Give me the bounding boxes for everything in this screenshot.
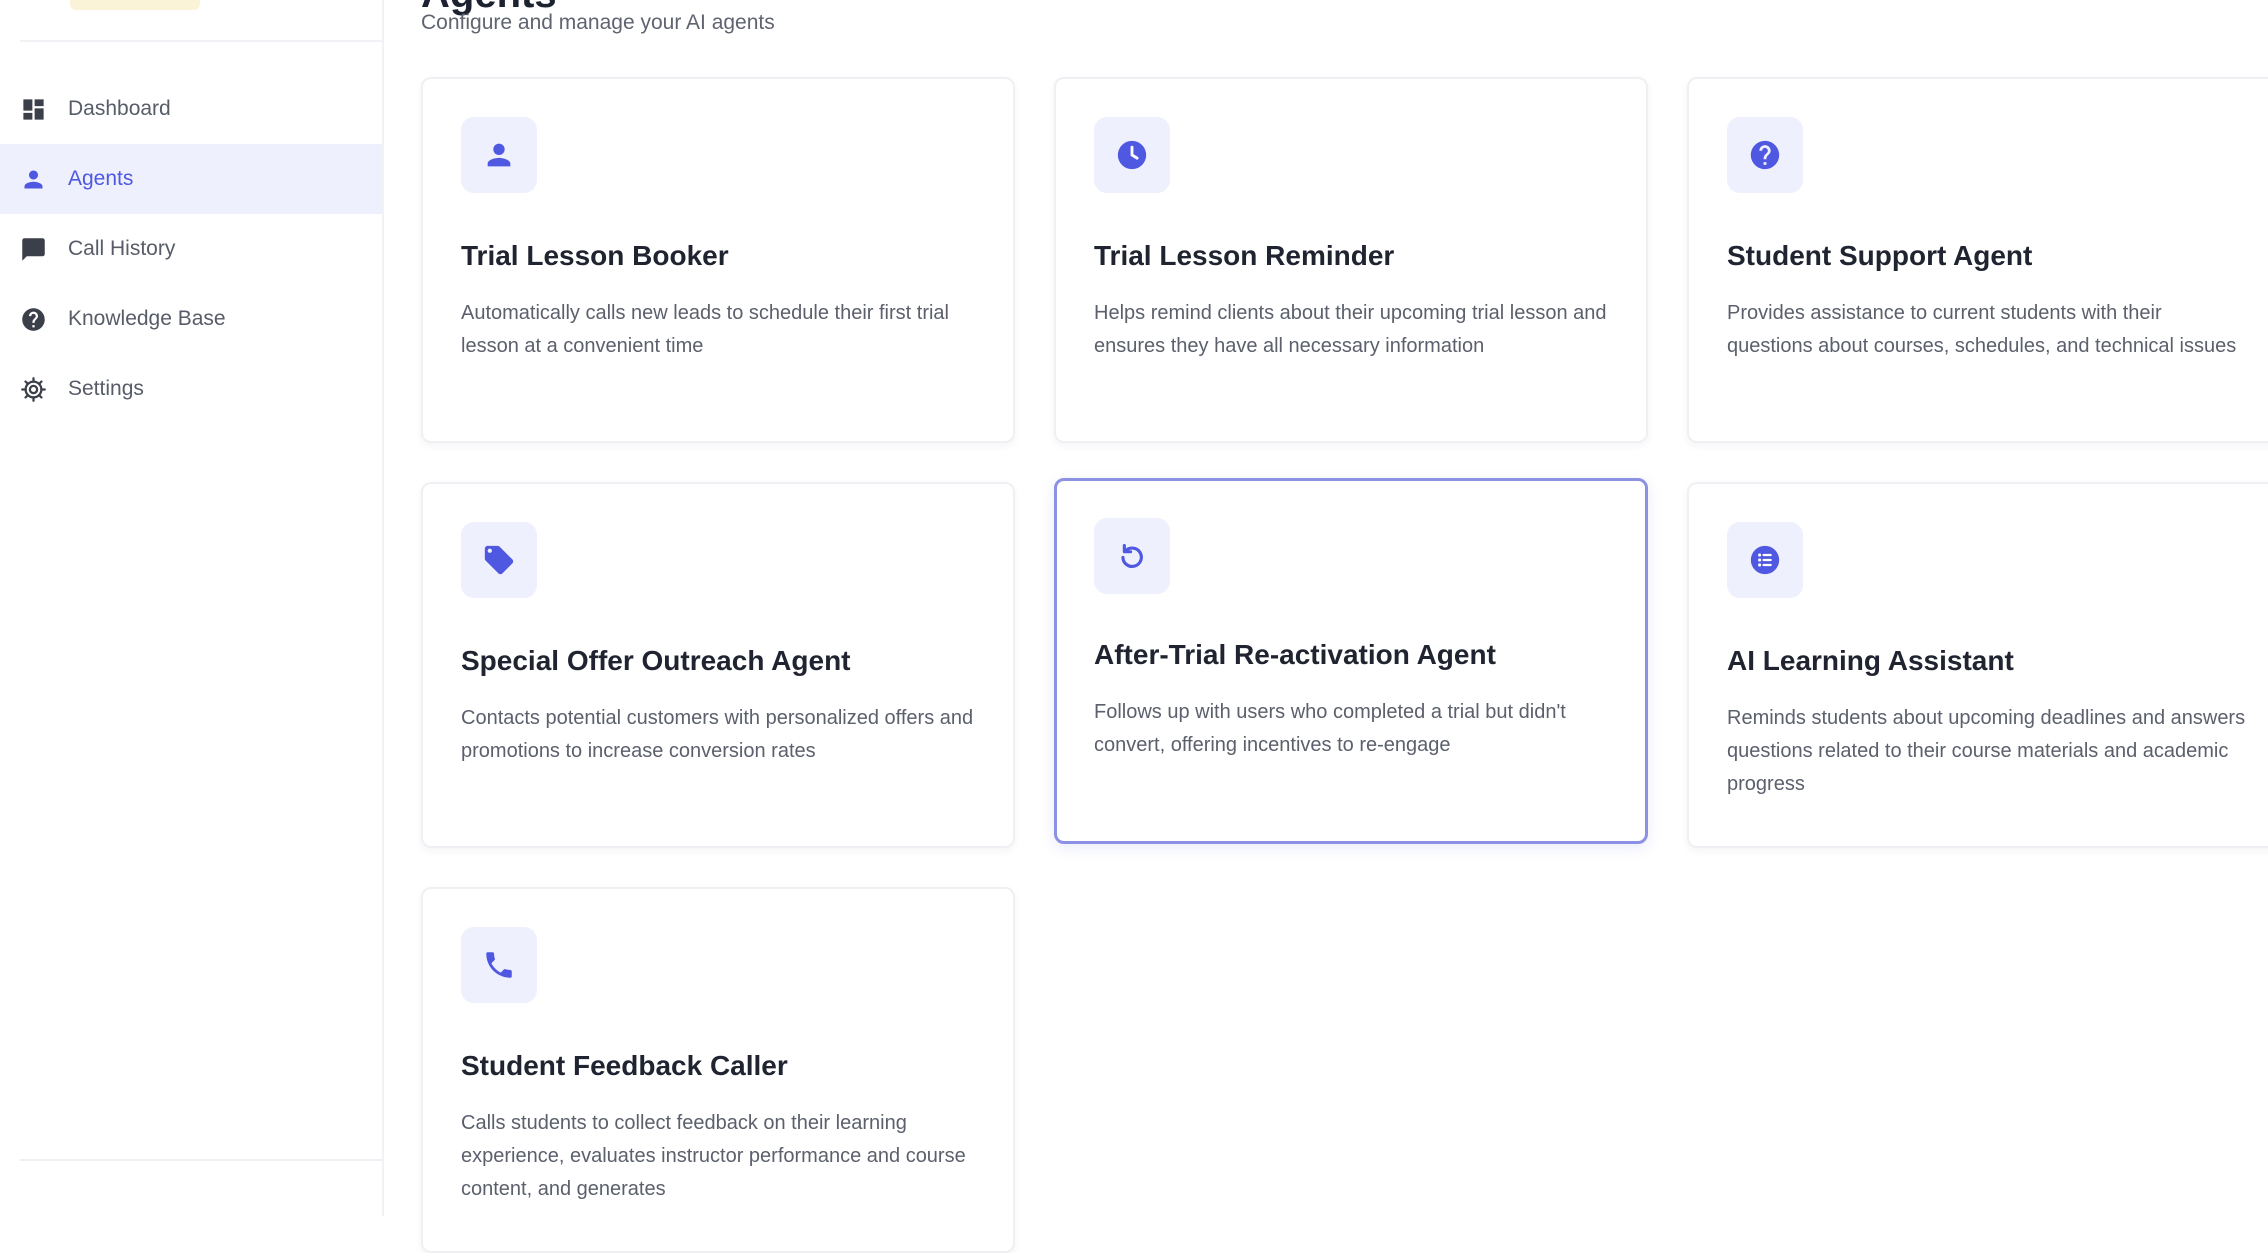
agent-card-title: Student Support Agent (1727, 240, 2033, 271)
agent-card-description: Automatically calls new leads to schedul… (461, 302, 949, 357)
agent-card-description: Contacts potential customers with person… (461, 707, 974, 762)
question-icon (1727, 117, 1803, 193)
agent-card-description: Calls students to collect feedback on th… (461, 1112, 966, 1200)
dashboard-icon (20, 96, 47, 123)
agent-card-description: Helps remind clients about their upcomin… (1094, 302, 1607, 357)
tag-icon (461, 522, 537, 598)
agent-card-title: Special Offer Outreach Agent (461, 645, 851, 676)
agent-card-title: Student Feedback Caller (461, 1050, 788, 1081)
sidebar-item-settings[interactable]: Settings (0, 354, 382, 424)
sidebar-item-knowledge-base[interactable]: Knowledge Base (0, 284, 382, 354)
chat-icon (20, 236, 47, 263)
gear-icon (20, 376, 47, 403)
clock-icon (1094, 117, 1170, 193)
sidebar-item-label: Agents (68, 167, 134, 190)
agent-card-special-offer-outreach-agent[interactable]: Special Offer Outreach Agent Contacts po… (421, 482, 1015, 848)
list-icon (1727, 522, 1803, 598)
agent-card-title: AI Learning Assistant (1727, 645, 2014, 676)
sidebar-item-label: Call History (68, 237, 176, 260)
phone-icon (461, 927, 537, 1003)
agent-card-title: Trial Lesson Reminder (1094, 240, 1395, 271)
main-content: Agents Configure and manage your AI agen… (384, 0, 2268, 1253)
sidebar-item-label: Knowledge Base (68, 307, 226, 330)
agent-card-description: Follows up with users who completed a tr… (1094, 701, 1566, 756)
sidebar-item-dashboard[interactable]: Dashboard (0, 74, 382, 144)
agent-card-title: Trial Lesson Booker (461, 240, 729, 271)
refresh-icon (1094, 518, 1170, 594)
agent-card-after-trial-reactivation-agent[interactable]: After-Trial Re-activation Agent Follows … (1054, 478, 1648, 844)
help-circle-icon (20, 306, 47, 333)
sidebar-divider-top (20, 40, 382, 42)
person-icon (461, 117, 537, 193)
page-subtitle: Configure and manage your AI agents (421, 11, 775, 34)
sidebar-nav: Dashboard Agents Call History Knowledge … (0, 74, 382, 424)
agent-card-trial-lesson-booker[interactable]: Trial Lesson Booker Automatically calls … (421, 77, 1015, 443)
agent-card-title: After-Trial Re-activation Agent (1094, 639, 1496, 670)
agent-card-student-feedback-caller[interactable]: Student Feedback Caller Calls students t… (421, 887, 1015, 1253)
sidebar-item-label: Settings (68, 377, 144, 400)
logo[interactable] (70, 0, 200, 10)
sidebar-item-agents[interactable]: Agents (0, 144, 382, 214)
agent-card-student-support-agent[interactable]: Student Support Agent Provides assistanc… (1687, 77, 2268, 443)
sidebar-divider-bottom (20, 1159, 382, 1161)
agent-card-description: Reminds students about upcoming deadline… (1727, 707, 2246, 795)
person-icon (20, 166, 47, 193)
sidebar: Dashboard Agents Call History Knowledge … (0, 0, 384, 1216)
agent-card-ai-learning-assistant[interactable]: AI Learning Assistant Reminds students a… (1687, 482, 2268, 848)
sidebar-item-call-history[interactable]: Call History (0, 214, 382, 284)
agent-card-description: Provides assistance to current students … (1727, 302, 2237, 357)
sidebar-item-label: Dashboard (68, 97, 171, 120)
agent-card-trial-lesson-reminder[interactable]: Trial Lesson Reminder Helps remind clien… (1054, 77, 1648, 443)
